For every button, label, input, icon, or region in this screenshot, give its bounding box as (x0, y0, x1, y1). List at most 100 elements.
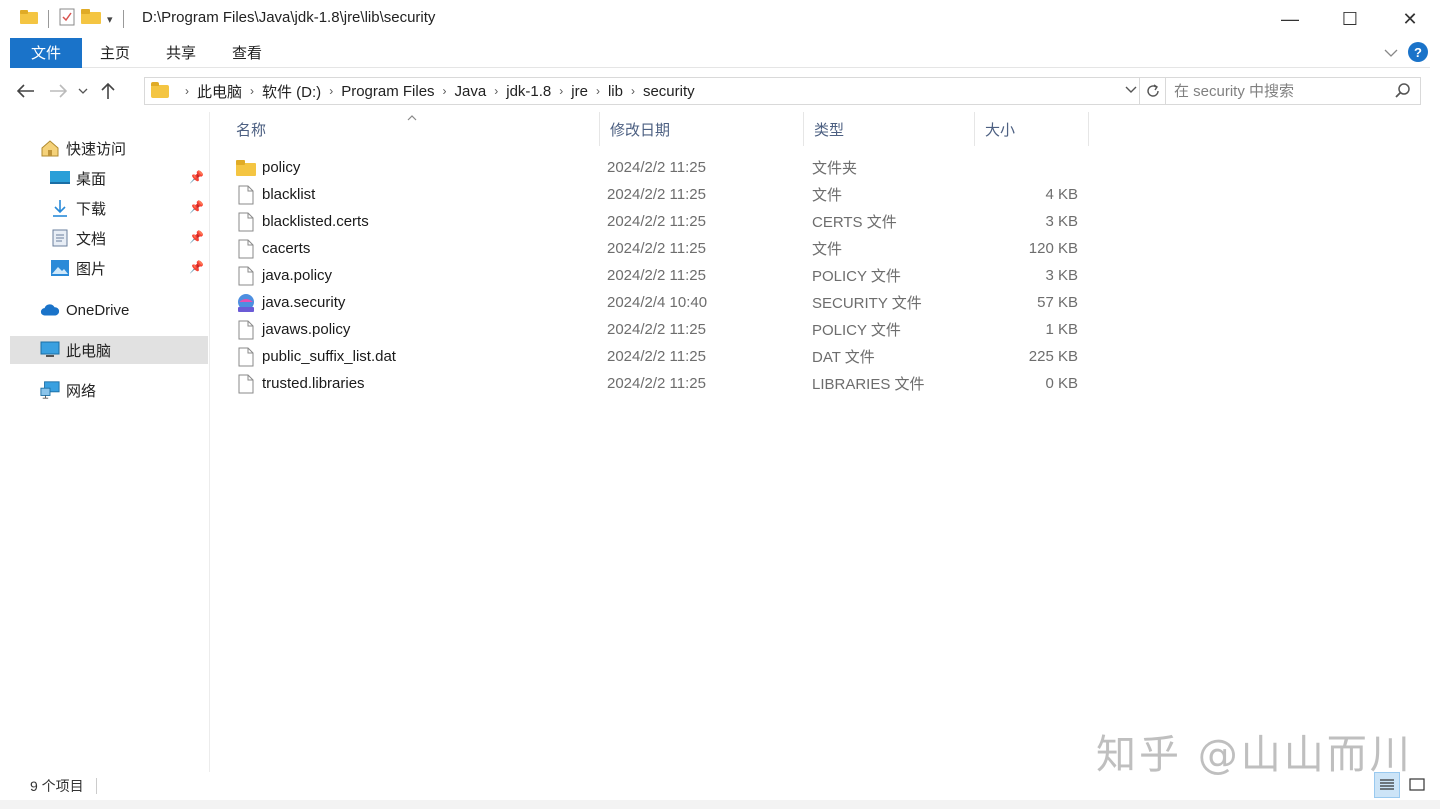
chevron-right-icon[interactable]: › (250, 84, 254, 98)
tab-home[interactable]: 主页 (82, 38, 148, 68)
forward-button[interactable] (42, 75, 74, 107)
file-size: 3 KB (1045, 213, 1078, 230)
sidebar-item-network[interactable]: 网络 (10, 376, 208, 404)
pin-icon[interactable]: 📌 (189, 260, 204, 274)
file-row[interactable]: java.policy 2024/2/2 11:25 POLICY 文件 3 K… (226, 262, 1088, 289)
tab-file[interactable]: 文件 (10, 37, 82, 68)
maximize-button[interactable]: ☐ (1320, 0, 1380, 38)
sidebar-item-pictures[interactable]: 图片 📌 (10, 254, 208, 282)
file-type: POLICY 文件 (812, 268, 901, 285)
minimize-button[interactable]: — (1260, 0, 1320, 38)
breadcrumb-this-pc[interactable]: 此电脑 (197, 81, 242, 102)
back-button[interactable] (10, 75, 42, 107)
search-box[interactable] (1165, 77, 1421, 105)
file-date: 2024/2/4 10:40 (607, 294, 708, 311)
tab-share[interactable]: 共享 (148, 38, 214, 68)
chevron-right-icon[interactable]: › (596, 84, 600, 98)
file-size: 0 KB (1045, 375, 1078, 392)
file-type: 文件夹 (812, 160, 858, 177)
file-row[interactable]: java.security 2024/2/4 10:40 SECURITY 文件… (226, 289, 1088, 316)
file-name: blacklisted.certs (262, 213, 369, 230)
large-icons-view-button[interactable] (1404, 772, 1430, 798)
column-header-type[interactable]: 类型 (804, 112, 975, 146)
recent-locations-button[interactable] (74, 75, 92, 107)
window-title: D:\Program Files\Java\jdk-1.8\jre\lib\se… (142, 9, 436, 26)
file-name: java.policy (262, 267, 333, 284)
pin-icon[interactable]: 📌 (189, 170, 204, 184)
search-input[interactable] (1174, 82, 1384, 100)
file-icon (236, 347, 256, 367)
file-type: 文件 (812, 187, 843, 204)
file-date: 2024/2/2 11:25 (607, 321, 706, 338)
breadcrumb-jre[interactable]: jre (571, 83, 588, 100)
file-type: 文件 (812, 241, 843, 258)
file-list: 名称 修改日期 类型 大小 policy 2024/2/2 11:25 文件夹 (211, 112, 1431, 772)
cloud-icon (40, 301, 60, 319)
folder-icon (236, 158, 256, 178)
toolbar-divider (122, 10, 124, 28)
chevron-right-icon[interactable]: › (631, 84, 635, 98)
up-button[interactable] (92, 75, 124, 107)
sidebar-item-label: 此电脑 (66, 342, 112, 360)
chevron-right-icon[interactable]: › (559, 84, 563, 98)
folder-icon (151, 81, 169, 98)
close-button[interactable]: ✕ (1380, 0, 1440, 38)
chevron-right-icon[interactable]: › (494, 84, 498, 98)
pin-icon[interactable]: 📌 (189, 200, 204, 214)
file-row[interactable]: blacklist 2024/2/2 11:25 文件 4 KB (226, 181, 1088, 208)
new-folder-icon[interactable] (81, 9, 101, 29)
file-name: trusted.libraries (262, 375, 365, 392)
help-icon[interactable]: ? (1408, 42, 1428, 62)
breadcrumb-lib[interactable]: lib (608, 83, 623, 100)
sidebar-item-this-pc[interactable]: 此电脑 (10, 336, 208, 364)
sidebar-item-desktop[interactable]: 桌面 📌 (10, 164, 208, 192)
file-type: SECURITY 文件 (812, 295, 922, 312)
file-icon (236, 212, 256, 232)
sidebar-item-onedrive[interactable]: OneDrive (10, 296, 208, 324)
title-bar: ▾ D:\Program Files\Java\jdk-1.8\jre\lib\… (0, 0, 1440, 38)
file-icon (236, 185, 256, 205)
sidebar-item-quick-access[interactable]: 快速访问 (10, 134, 208, 162)
properties-icon[interactable] (59, 8, 75, 31)
file-row[interactable]: trusted.libraries 2024/2/2 11:25 LIBRARI… (226, 370, 1088, 397)
chevron-right-icon[interactable]: › (329, 84, 333, 98)
customize-toolbar-icon[interactable]: ▾ (107, 13, 113, 26)
file-size: 3 KB (1045, 267, 1078, 284)
column-header-size[interactable]: 大小 (975, 112, 1089, 146)
chevron-right-icon[interactable]: › (443, 84, 447, 98)
network-icon (40, 381, 60, 399)
tab-view[interactable]: 查看 (214, 38, 280, 68)
file-row[interactable]: public_suffix_list.dat 2024/2/2 11:25 DA… (226, 343, 1088, 370)
search-icon[interactable] (1394, 82, 1412, 100)
column-header-date[interactable]: 修改日期 (600, 112, 804, 146)
refresh-button[interactable] (1139, 78, 1165, 104)
sidebar-item-label: 网络 (66, 382, 97, 400)
status-bar: 9 个项目 (10, 772, 1430, 800)
sidebar-item-downloads[interactable]: 下载 📌 (10, 194, 208, 222)
sidebar-item-label: 桌面 (76, 170, 107, 188)
breadcrumb-jdk[interactable]: jdk-1.8 (506, 83, 551, 100)
expand-ribbon-icon[interactable] (1384, 45, 1398, 60)
address-history-dropdown[interactable] (1125, 83, 1137, 97)
file-type: DAT 文件 (812, 349, 875, 366)
file-date: 2024/2/2 11:25 (607, 240, 706, 257)
sidebar-item-documents[interactable]: 文档 📌 (10, 224, 208, 252)
address-bar[interactable]: › 此电脑 › 软件 (D:) › Program Files › Java ›… (144, 77, 1166, 105)
file-row[interactable]: policy 2024/2/2 11:25 文件夹 (226, 154, 1088, 181)
file-date: 2024/2/2 11:25 (607, 213, 706, 230)
pin-icon[interactable]: 📌 (189, 230, 204, 244)
details-view-button[interactable] (1374, 772, 1400, 798)
file-size: 120 KB (1028, 240, 1078, 257)
breadcrumb-java[interactable]: Java (455, 83, 487, 100)
chevron-right-icon[interactable]: › (185, 84, 189, 98)
file-row[interactable]: javaws.policy 2024/2/2 11:25 POLICY 文件 1… (226, 316, 1088, 343)
file-row[interactable]: blacklisted.certs 2024/2/2 11:25 CERTS 文… (226, 208, 1088, 235)
ribbon-right-controls: ? (1384, 42, 1428, 62)
file-type: LIBRARIES 文件 (812, 376, 925, 393)
download-icon (50, 199, 70, 217)
file-row[interactable]: cacerts 2024/2/2 11:25 文件 120 KB (226, 235, 1088, 262)
breadcrumb-drive-d[interactable]: 软件 (D:) (262, 81, 321, 102)
breadcrumb-security[interactable]: security (643, 83, 695, 100)
breadcrumb-program-files[interactable]: Program Files (341, 83, 434, 100)
pictures-icon (50, 259, 70, 277)
